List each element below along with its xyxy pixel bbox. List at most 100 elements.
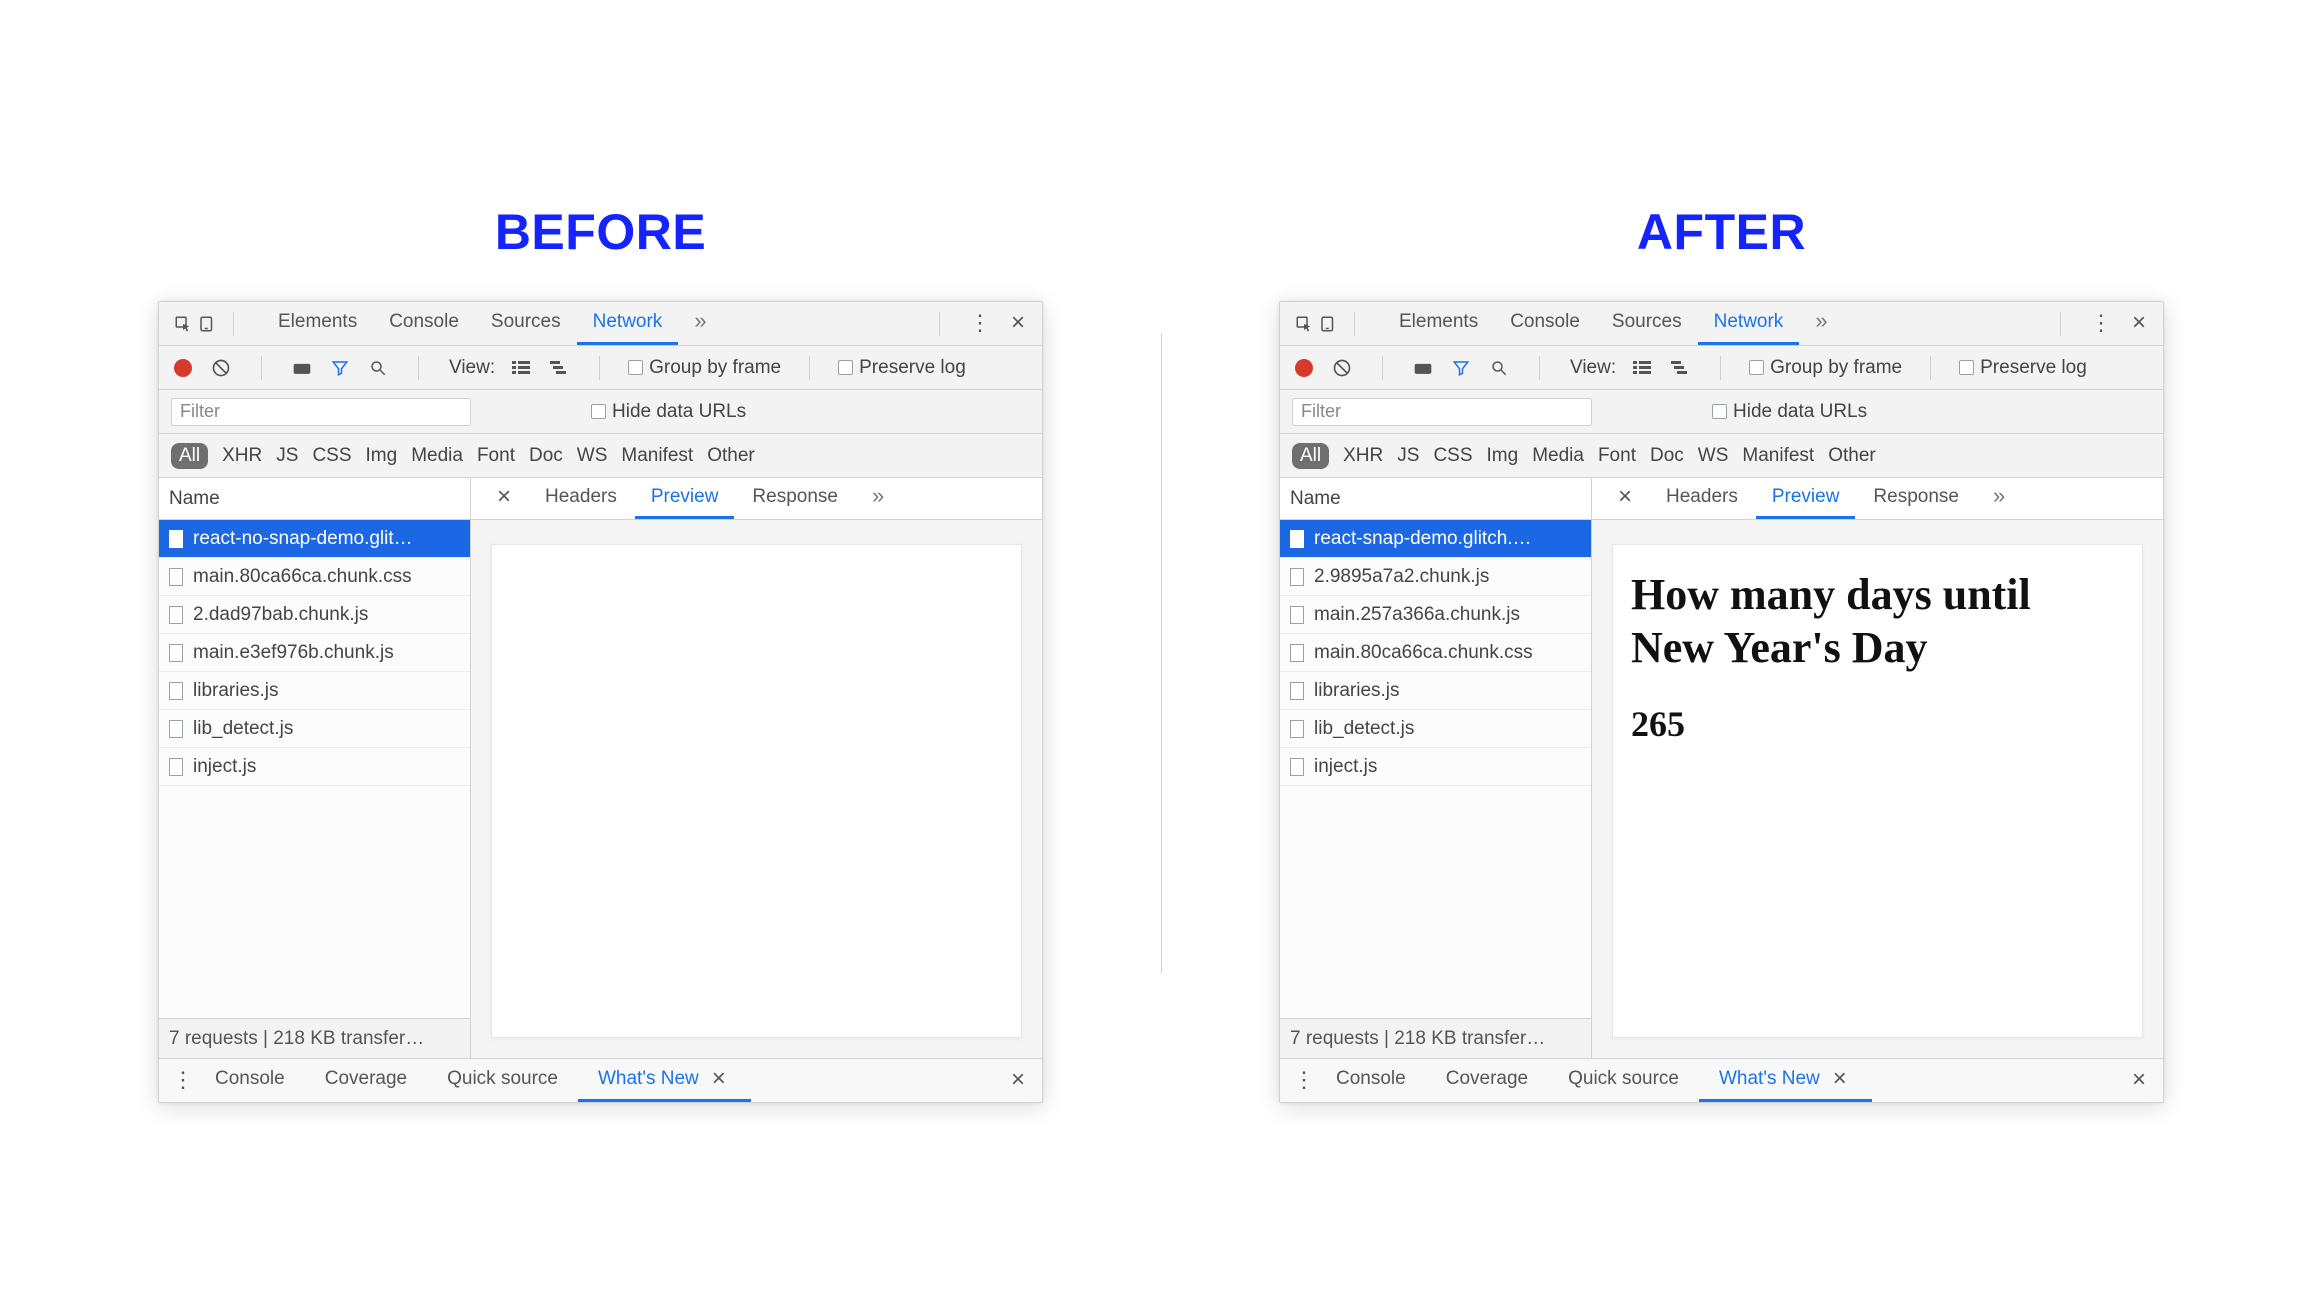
large-rows-icon[interactable] <box>509 356 533 380</box>
tab-network[interactable]: Network <box>577 302 679 345</box>
search-icon[interactable] <box>1487 356 1511 380</box>
name-header[interactable]: Name <box>1280 478 1591 520</box>
chip-ws[interactable]: WS <box>1698 445 1729 467</box>
close-drawer-icon[interactable] <box>2127 1069 2151 1093</box>
chip-manifest[interactable]: Manifest <box>1742 445 1814 467</box>
close-devtools-icon[interactable] <box>1006 312 1030 336</box>
group-by-frame-checkbox[interactable]: Group by frame <box>1749 357 1902 379</box>
chip-css[interactable]: CSS <box>1433 445 1472 467</box>
tab-elements[interactable]: Elements <box>262 302 373 345</box>
chip-doc[interactable]: Doc <box>1650 445 1684 467</box>
chip-font[interactable]: Font <box>477 445 515 467</box>
request-row[interactable]: main.80ca66ca.chunk.css <box>1280 634 1591 672</box>
large-rows-icon[interactable] <box>1630 356 1654 380</box>
tab-console[interactable]: Console <box>373 302 475 345</box>
close-tab-icon[interactable] <box>1828 1067 1852 1091</box>
chip-font[interactable]: Font <box>1598 445 1636 467</box>
request-row[interactable]: main.80ca66ca.chunk.css <box>159 558 470 596</box>
drawer-tab-quick-source[interactable]: Quick source <box>1548 1059 1699 1102</box>
waterfall-icon[interactable] <box>1668 356 1692 380</box>
device-toggle-icon[interactable] <box>195 312 219 336</box>
tab-elements[interactable]: Elements <box>1383 302 1494 345</box>
chip-all[interactable]: All <box>171 443 208 469</box>
chip-js[interactable]: JS <box>276 445 298 467</box>
clear-icon[interactable] <box>1330 356 1354 380</box>
filter-toggle-icon[interactable] <box>328 356 352 380</box>
settings-menu-icon[interactable] <box>968 312 992 336</box>
drawer-menu-icon[interactable] <box>171 1069 195 1093</box>
chip-xhr[interactable]: XHR <box>222 445 262 467</box>
chip-media[interactable]: Media <box>411 445 463 467</box>
chip-img[interactable]: Img <box>1487 445 1519 467</box>
chip-doc[interactable]: Doc <box>529 445 563 467</box>
request-row[interactable]: 2.dad97bab.chunk.js <box>159 596 470 634</box>
drawer-menu-icon[interactable] <box>1292 1069 1316 1093</box>
drawer-tab-whats-new[interactable]: What's New <box>578 1059 751 1102</box>
hide-data-urls-checkbox[interactable]: Hide data URLs <box>1712 401 1867 423</box>
drawer-tab-console[interactable]: Console <box>1316 1059 1426 1102</box>
chip-manifest[interactable]: Manifest <box>621 445 693 467</box>
device-toggle-icon[interactable] <box>1316 312 1340 336</box>
request-row[interactable]: lib_detect.js <box>159 710 470 748</box>
request-row[interactable]: main.257a366a.chunk.js <box>1280 596 1591 634</box>
more-detail-tabs-icon[interactable] <box>856 478 900 519</box>
close-detail-icon[interactable] <box>481 478 527 519</box>
chip-all[interactable]: All <box>1292 443 1329 469</box>
chip-ws[interactable]: WS <box>577 445 608 467</box>
tab-preview[interactable]: Preview <box>1756 478 1856 519</box>
tab-network[interactable]: Network <box>1698 302 1800 345</box>
close-detail-icon[interactable] <box>1602 478 1648 519</box>
request-row[interactable]: libraries.js <box>159 672 470 710</box>
drawer-tab-console[interactable]: Console <box>195 1059 305 1102</box>
chip-js[interactable]: JS <box>1397 445 1419 467</box>
filter-input[interactable]: Filter <box>171 398 471 426</box>
preserve-log-checkbox[interactable]: Preserve log <box>1959 357 2087 379</box>
more-tabs-icon[interactable] <box>1799 302 1843 345</box>
screenshot-icon[interactable] <box>1411 356 1435 380</box>
request-row[interactable]: 2.9895a7a2.chunk.js <box>1280 558 1591 596</box>
tab-sources[interactable]: Sources <box>475 302 577 345</box>
settings-menu-icon[interactable] <box>2089 312 2113 336</box>
close-drawer-icon[interactable] <box>1006 1069 1030 1093</box>
drawer-tab-coverage[interactable]: Coverage <box>1426 1059 1548 1102</box>
screenshot-icon[interactable] <box>290 356 314 380</box>
request-row[interactable]: inject.js <box>1280 748 1591 786</box>
chip-other[interactable]: Other <box>1828 445 1876 467</box>
tab-preview[interactable]: Preview <box>635 478 735 519</box>
record-icon[interactable] <box>1292 356 1316 380</box>
more-detail-tabs-icon[interactable] <box>1977 478 2021 519</box>
clear-icon[interactable] <box>209 356 233 380</box>
request-row[interactable]: libraries.js <box>1280 672 1591 710</box>
drawer-tab-quick-source[interactable]: Quick source <box>427 1059 578 1102</box>
name-header[interactable]: Name <box>159 478 470 520</box>
chip-img[interactable]: Img <box>366 445 398 467</box>
tab-console[interactable]: Console <box>1494 302 1596 345</box>
filter-input[interactable]: Filter <box>1292 398 1592 426</box>
record-icon[interactable] <box>171 356 195 380</box>
tab-sources[interactable]: Sources <box>1596 302 1698 345</box>
preserve-log-checkbox[interactable]: Preserve log <box>838 357 966 379</box>
inspect-icon[interactable] <box>171 312 195 336</box>
waterfall-icon[interactable] <box>547 356 571 380</box>
chip-xhr[interactable]: XHR <box>1343 445 1383 467</box>
search-icon[interactable] <box>366 356 390 380</box>
tab-response[interactable]: Response <box>736 478 854 519</box>
hide-data-urls-checkbox[interactable]: Hide data URLs <box>591 401 746 423</box>
tab-response[interactable]: Response <box>1857 478 1975 519</box>
drawer-tab-whats-new[interactable]: What's New <box>1699 1059 1872 1102</box>
drawer-tab-coverage[interactable]: Coverage <box>305 1059 427 1102</box>
request-row[interactable]: main.e3ef976b.chunk.js <box>159 634 470 672</box>
request-row[interactable]: react-no-snap-demo.glit… <box>159 520 470 558</box>
tab-headers[interactable]: Headers <box>529 478 633 519</box>
chip-css[interactable]: CSS <box>312 445 351 467</box>
close-tab-icon[interactable] <box>707 1067 731 1091</box>
request-row[interactable]: react-snap-demo.glitch.… <box>1280 520 1591 558</box>
close-devtools-icon[interactable] <box>2127 312 2151 336</box>
chip-media[interactable]: Media <box>1532 445 1584 467</box>
request-row[interactable]: inject.js <box>159 748 470 786</box>
more-tabs-icon[interactable] <box>678 302 722 345</box>
chip-other[interactable]: Other <box>707 445 755 467</box>
inspect-icon[interactable] <box>1292 312 1316 336</box>
group-by-frame-checkbox[interactable]: Group by frame <box>628 357 781 379</box>
filter-toggle-icon[interactable] <box>1449 356 1473 380</box>
